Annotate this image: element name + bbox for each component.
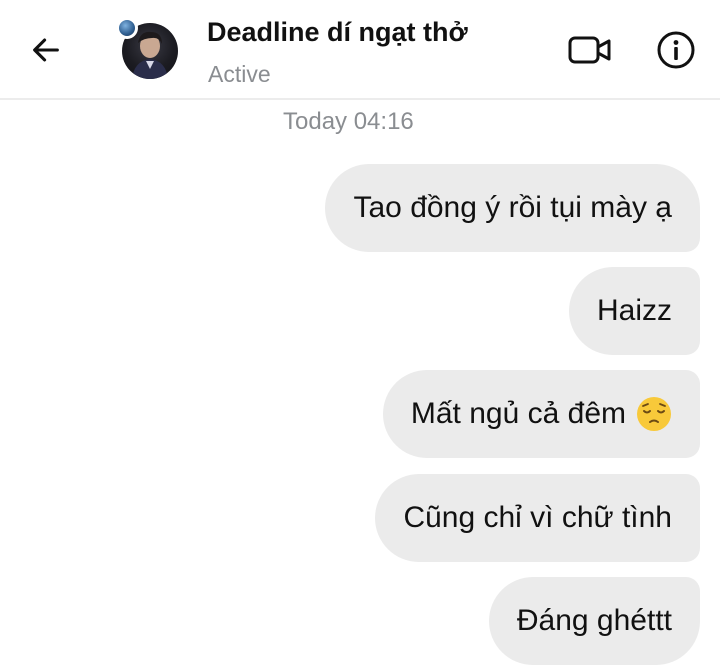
chat-title[interactable]: Deadline dí ngạt thở [207,17,468,48]
message-text: Mất ngủ cả đêm [410,397,626,430]
video-camera-icon [568,36,611,64]
arrow-left-icon [33,38,59,62]
message-text: Tao đồng ý rồi tụi mày ạ [353,191,672,224]
pensive-face-emoji [637,397,671,431]
info-icon [657,31,695,69]
message-bubble[interactable]: Tao đồng ý rồi tụi mày ạ [325,164,700,252]
chat-header: Deadline dí ngạt thở Active [0,0,720,100]
video-call-button[interactable] [565,28,615,72]
chat-avatar[interactable] [116,17,178,79]
message-bubble[interactable]: Haizz [568,267,700,355]
back-button[interactable] [24,28,68,72]
message-bubble[interactable]: Đáng ghéttt [488,577,700,665]
message-bubble[interactable]: Cũng chỉ vì chữ tình [375,474,700,562]
info-button[interactable] [653,27,699,73]
active-status: Active [208,61,271,87]
message-text: Đáng ghéttt [516,604,672,637]
message-bubble[interactable]: Mất ngủ cả đêm [382,370,700,458]
story-ring-indicator [116,17,138,39]
message-text: Cũng chỉ vì chữ tình [403,501,672,534]
message-text: Haizz [596,294,672,327]
